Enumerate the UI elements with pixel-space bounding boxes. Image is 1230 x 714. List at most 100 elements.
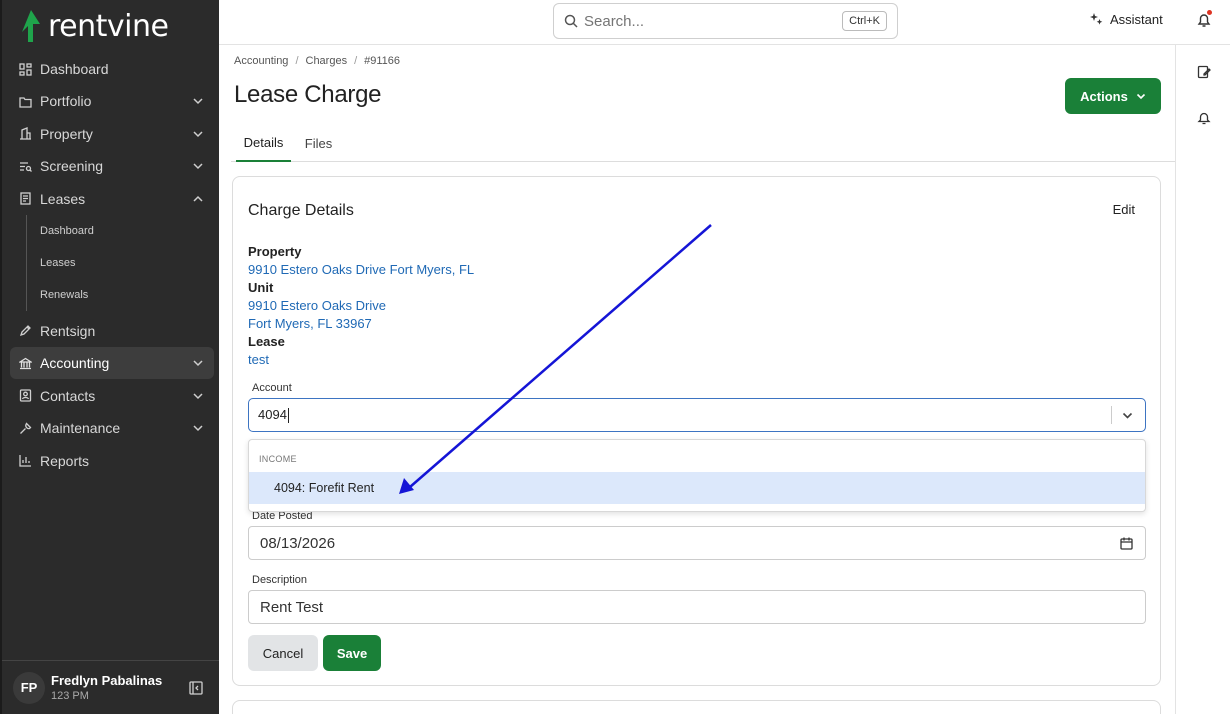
tab-files[interactable]: Files <box>301 125 336 162</box>
lease-label: Lease <box>248 334 285 349</box>
bell-icon[interactable] <box>1197 111 1211 125</box>
sidebar-nav: Dashboard Portfolio Property Screening L… <box>10 53 214 477</box>
chevron-down-icon <box>193 425 203 432</box>
sidebar-item-label: Dashboard <box>40 61 109 77</box>
description-input[interactable]: Rent Test <box>248 590 1146 624</box>
sidebar-item-leases[interactable]: Leases <box>10 183 214 215</box>
sidebar-item-property[interactable]: Property <box>10 118 214 150</box>
sidebar-item-reports[interactable]: Reports <box>10 445 214 477</box>
actions-button[interactable]: Actions <box>1065 78 1161 114</box>
building-icon <box>18 127 32 141</box>
wrench-icon <box>18 421 32 435</box>
calendar-icon[interactable] <box>1120 537 1133 550</box>
sparkle-icon <box>1090 13 1103 25</box>
chevron-up-icon <box>193 195 203 202</box>
document-icon <box>18 192 32 206</box>
description-value: Rent Test <box>260 598 324 616</box>
sidebar-item-contacts[interactable]: Contacts <box>10 380 214 412</box>
chevron-down-icon <box>193 131 203 137</box>
sidebar-item-label: Maintenance <box>40 420 121 437</box>
chevron-down-icon <box>1136 93 1145 100</box>
dropdown-option[interactable]: 4094: Forefit Rent <box>249 472 1145 504</box>
chevron-down-icon <box>193 393 203 399</box>
sidebar-item-screening[interactable]: Screening <box>10 150 214 182</box>
breadcrumb-charges[interactable]: Charges <box>306 55 348 67</box>
user-profile[interactable]: FP Fredlyn Pabalinas 123 PM <box>2 660 219 714</box>
sidebar-item-label: Rentsign <box>40 322 96 339</box>
description-label: Description <box>252 574 308 586</box>
charge-details-card: Charge Details Edit Property 9910 Estero… <box>232 176 1161 686</box>
date-posted-input[interactable]: 08/13/2026 <box>248 526 1146 560</box>
sidebar-item-label: Property <box>40 125 93 142</box>
assistant-button[interactable]: Assistant <box>1089 12 1163 27</box>
search-icon <box>564 14 578 28</box>
unit-link-line2[interactable]: Fort Myers, FL 33967 <box>248 316 372 331</box>
sidebar-item-accounting[interactable]: Accounting <box>10 347 214 380</box>
card-title: Charge Details <box>248 202 354 219</box>
notifications-button[interactable] <box>1197 10 1212 33</box>
sidebar-subitem-leases[interactable]: Leases <box>40 247 214 279</box>
rentvine-leaf-icon <box>22 10 40 42</box>
avatar: FP <box>13 671 45 704</box>
sidebar-item-label: Portfolio <box>40 93 92 110</box>
right-rail <box>1175 45 1230 714</box>
screening-icon <box>18 159 32 173</box>
account-input-value: 4094 <box>258 407 289 424</box>
search-box[interactable]: Ctrl+K <box>553 3 898 39</box>
date-posted-value: 08/13/2026 <box>260 534 336 552</box>
sidebar-subitem-renewals[interactable]: Renewals <box>40 279 214 311</box>
chevron-down-icon[interactable] <box>1122 410 1133 421</box>
edit-button[interactable]: Edit <box>1113 202 1135 217</box>
select-divider <box>1111 406 1112 424</box>
property-label: Property <box>248 244 302 259</box>
actions-label: Actions <box>1080 88 1128 104</box>
assistant-label: Assistant <box>1110 12 1163 27</box>
sidebar-item-maintenance[interactable]: Maintenance <box>10 412 214 444</box>
grid-icon <box>18 62 32 76</box>
breadcrumb: Accounting / Charges / #91166 <box>234 55 401 67</box>
chevron-down-icon <box>193 163 203 170</box>
tab-bar: Details Files <box>231 125 1175 162</box>
sidebar-item-label: Reports <box>40 452 90 469</box>
sidebar-item-rentsign[interactable]: Rentsign <box>10 315 214 347</box>
bank-icon <box>18 356 32 370</box>
cancel-button[interactable]: Cancel <box>248 635 318 671</box>
sidebar-item-label: Screening <box>40 158 104 175</box>
chevron-down-icon <box>193 98 203 105</box>
chevron-down-icon <box>193 360 203 367</box>
notification-dot <box>1207 10 1212 15</box>
sidebar-item-label: Accounting <box>40 355 110 372</box>
shortcut-badge: Ctrl+K <box>842 11 887 31</box>
collapse-sidebar-icon[interactable] <box>189 681 203 695</box>
brand-name: rentvine <box>48 8 169 44</box>
sidebar-item-dashboard[interactable]: Dashboard <box>10 53 214 85</box>
search-input[interactable] <box>584 12 824 30</box>
bar-chart-icon <box>18 454 32 468</box>
notes-icon[interactable] <box>1197 65 1211 79</box>
logo[interactable]: rentvine <box>20 8 169 44</box>
save-button[interactable]: Save <box>323 635 381 671</box>
secondary-card <box>232 700 1161 714</box>
unit-label: Unit <box>248 280 274 295</box>
unit-link-line1[interactable]: 9910 Estero Oaks Drive <box>248 298 386 313</box>
page-title: Lease Charge <box>234 81 382 108</box>
lease-link[interactable]: test <box>248 352 269 367</box>
sidebar: rentvine Dashboard Portfolio Property Sc… <box>0 0 219 714</box>
contact-icon <box>18 389 32 403</box>
breadcrumb-accounting[interactable]: Accounting <box>234 55 288 67</box>
pen-icon <box>18 324 32 338</box>
property-link[interactable]: 9910 Estero Oaks Drive Fort Myers, FL <box>248 262 474 277</box>
user-name: Fredlyn Pabalinas <box>51 673 163 688</box>
main-content: Accounting / Charges / #91166 Lease Charge A… <box>219 45 1175 714</box>
sidebar-item-portfolio[interactable]: Portfolio <box>10 85 214 117</box>
account-label: Account <box>252 382 292 394</box>
folder-icon <box>18 94 32 108</box>
sidebar-item-label: Contacts <box>40 387 96 404</box>
leases-submenu: Dashboard Leases Renewals <box>26 214 214 311</box>
sidebar-subitem-dashboard[interactable]: Dashboard <box>40 215 214 247</box>
account-dropdown-menu: INCOME 4094: Forefit Rent <box>248 439 1146 512</box>
tab-details[interactable]: Details <box>236 125 291 162</box>
topbar: Ctrl+K Assistant <box>219 0 1230 45</box>
account-select[interactable]: 4094 <box>248 398 1146 432</box>
user-role: 123 PM <box>51 690 89 702</box>
